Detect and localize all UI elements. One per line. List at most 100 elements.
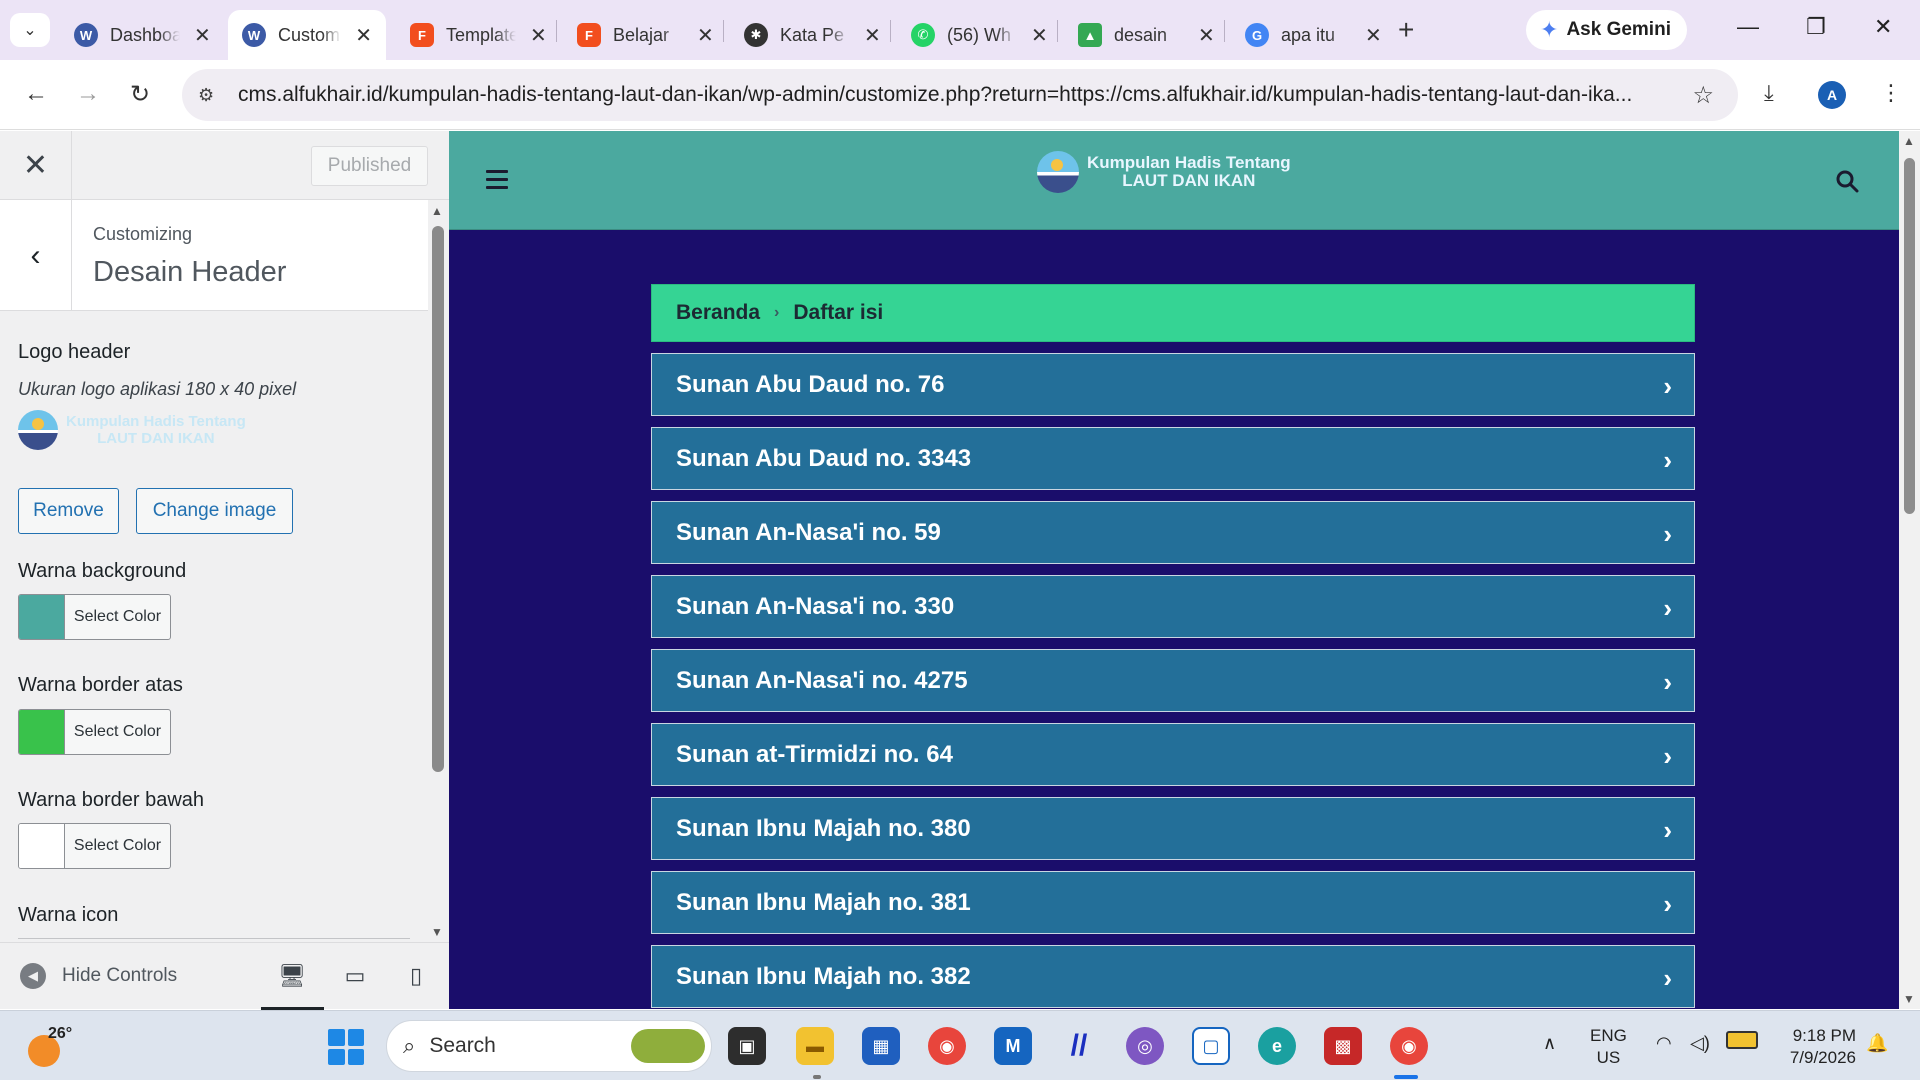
color-swatch[interactable] — [19, 824, 65, 868]
profile-avatar[interactable]: A — [1818, 81, 1846, 109]
app-m-icon[interactable]: M — [994, 1027, 1032, 1065]
customizer-scrollbar-thumb[interactable] — [432, 226, 444, 772]
close-tab-icon[interactable]: ✕ — [194, 23, 211, 48]
logo-text-line1: Kumpulan Hadis Tentang — [66, 413, 246, 430]
tab-kata-pe[interactable]: ✱ Kata Pe ✕ — [730, 10, 895, 60]
taskbar-search-label: Search — [429, 1034, 496, 1057]
tab-title: Belajar — [613, 24, 670, 45]
bottom-border-color-picker[interactable]: Select Color — [18, 823, 171, 869]
hide-controls-label: Hide Controls — [62, 965, 178, 986]
list-item[interactable]: Sunan Ibnu Majah no. 382 › — [651, 945, 1695, 1008]
site-info-icon[interactable]: ⚙ — [198, 85, 228, 106]
close-tab-icon[interactable]: ✕ — [864, 23, 881, 48]
mobile-preview-icon[interactable]: ▯ — [401, 961, 431, 991]
collapse-arrow-icon: ◀ — [20, 963, 46, 989]
hide-controls-button[interactable]: ◀ Hide Controls — [20, 963, 177, 989]
url-text[interactable]: cms.alfukhair.id/kumpulan-hadis-tentang-… — [238, 83, 1678, 107]
close-window-icon[interactable]: ✕ — [1874, 14, 1892, 40]
icon-color-label: Warna icon — [18, 904, 119, 926]
color-swatch[interactable] — [19, 595, 65, 639]
address-bar[interactable]: ⚙ cms.alfukhair.id/kumpulan-hadis-tentan… — [182, 69, 1738, 121]
more-menu-icon[interactable]: ⋮ — [1880, 80, 1902, 106]
tab-dashboard[interactable]: W Dashboard ✕ — [60, 10, 225, 60]
list-item[interactable]: Sunan Ibnu Majah no. 381 › — [651, 871, 1695, 934]
published-button[interactable]: Published — [311, 146, 428, 186]
download-icon[interactable]: ⤓ — [1764, 80, 1774, 106]
top-border-color-picker[interactable]: Select Color — [18, 709, 171, 755]
preview-scrollbar-thumb[interactable] — [1904, 158, 1915, 514]
windows-start-icon[interactable] — [328, 1029, 364, 1065]
hamburger-menu-icon[interactable] — [486, 170, 508, 194]
color-swatch[interactable] — [19, 710, 65, 754]
search-icon[interactable] — [1835, 169, 1859, 193]
tab-desain[interactable]: ▲ desain ✕ — [1064, 10, 1229, 60]
tab-whatsapp[interactable]: ✆ (56) Wh ✕ — [897, 10, 1062, 60]
tab-customize[interactable]: W Customize ✕ — [228, 10, 386, 60]
list-item[interactable]: Sunan at-Tirmidzi no. 64 › — [651, 723, 1695, 786]
restore-icon[interactable]: ❐ — [1806, 14, 1826, 40]
logo-preview-text: Kumpulan Hadis Tentang LAUT DAN IKAN — [66, 413, 246, 447]
reload-icon[interactable]: ↻ — [130, 80, 150, 109]
bg-color-picker[interactable]: Select Color — [18, 594, 171, 640]
select-color-label[interactable]: Select Color — [65, 595, 170, 639]
wifi-icon[interactable]: ◠ — [1656, 1033, 1672, 1054]
app-grid-icon[interactable]: ▩ — [1324, 1027, 1362, 1065]
language-indicator[interactable]: ENG US — [1590, 1025, 1627, 1069]
tab-belajar[interactable]: F Belajar ✕ — [563, 10, 728, 60]
desktop-preview-icon[interactable]: 🖥 — [277, 961, 307, 991]
list-item[interactable]: Sunan Abu Daud no. 3343 › — [651, 427, 1695, 490]
notification-bell-icon[interactable]: 🔔 — [1866, 1033, 1888, 1054]
volume-icon[interactable]: ◁) — [1690, 1033, 1710, 1054]
list-item[interactable]: Sunan An-Nasa'i no. 330 › — [651, 575, 1695, 638]
scroll-up-icon[interactable]: ▲ — [431, 204, 443, 218]
list-item[interactable]: Sunan Ibnu Majah no. 380 › — [651, 797, 1695, 860]
ask-gemini-button[interactable]: ✦ Ask Gemini — [1526, 10, 1687, 50]
chrome-icon[interactable]: ◉ — [928, 1027, 966, 1065]
plus-icon: + — [1398, 14, 1415, 45]
close-tab-icon[interactable]: ✕ — [1031, 23, 1048, 48]
system-clock[interactable]: 9:18 PM 7/9/2026 — [1782, 1025, 1856, 1069]
tablet-preview-icon[interactable]: ▭ — [340, 961, 370, 991]
edge-icon[interactable]: e — [1258, 1027, 1296, 1065]
remove-logo-button[interactable]: Remove — [18, 488, 119, 534]
app-slash-icon[interactable]: // — [1060, 1027, 1098, 1065]
back-arrow-icon[interactable]: ← — [24, 80, 48, 108]
site-logo[interactable]: Kumpulan Hadis Tentang LAUT DAN IKAN — [1037, 151, 1291, 193]
minimize-icon[interactable]: — — [1737, 14, 1759, 40]
select-color-label[interactable]: Select Color — [65, 824, 170, 868]
close-tab-icon[interactable]: ✕ — [530, 23, 547, 48]
new-tab-button[interactable]: + — [1398, 14, 1414, 46]
file-explorer-icon[interactable]: ▬ — [796, 1027, 834, 1065]
list-item[interactable]: Sunan An-Nasa'i no. 4275 › — [651, 649, 1695, 712]
tab-apa-itu[interactable]: G apa itu ✕ — [1231, 10, 1396, 60]
change-image-button[interactable]: Change image — [136, 488, 293, 534]
taskbar-search[interactable]: ⌕ Search — [386, 1020, 712, 1072]
keyboard-region: US — [1596, 1048, 1621, 1067]
tab-template[interactable]: F Template ✕ — [396, 10, 561, 60]
list-item[interactable]: Sunan Abu Daud no. 76 › — [651, 353, 1695, 416]
chrome-profile-icon[interactable]: ◉ — [1390, 1027, 1428, 1065]
logo-text-line2: LAUT DAN IKAN — [97, 430, 215, 447]
list-item[interactable]: Sunan An-Nasa'i no. 59 › — [651, 501, 1695, 564]
close-tab-icon[interactable]: ✕ — [697, 23, 714, 48]
close-tab-icon[interactable]: ✕ — [1198, 23, 1215, 48]
scroll-down-icon[interactable]: ▼ — [1903, 992, 1915, 1006]
close-tab-icon[interactable]: ✕ — [355, 23, 372, 48]
close-customizer-icon[interactable]: ✕ — [0, 131, 72, 200]
bookmark-star-icon[interactable]: ☆ — [1692, 81, 1714, 110]
scroll-down-icon[interactable]: ▼ — [431, 925, 443, 939]
scroll-up-icon[interactable]: ▲ — [1903, 134, 1915, 148]
back-chevron-icon[interactable]: ‹ — [0, 200, 72, 311]
close-tab-icon[interactable]: ✕ — [1365, 23, 1382, 48]
battery-icon[interactable] — [1726, 1031, 1758, 1049]
task-view-icon[interactable]: ▣ — [728, 1027, 766, 1065]
show-hidden-icons-chevron-icon[interactable]: ∧ — [1543, 1033, 1556, 1054]
breadcrumb-home[interactable]: Beranda — [676, 301, 760, 325]
tab-search-button[interactable]: ⌄ — [10, 13, 50, 47]
select-color-label[interactable]: Select Color — [65, 710, 170, 754]
app-window-icon[interactable]: ▢ — [1192, 1027, 1230, 1065]
forward-arrow-icon[interactable]: → — [76, 80, 100, 108]
weather-widget[interactable]: 26° — [28, 1025, 72, 1067]
app-circle-icon[interactable]: ◎ — [1126, 1027, 1164, 1065]
microsoft-store-icon[interactable]: ▦ — [862, 1027, 900, 1065]
